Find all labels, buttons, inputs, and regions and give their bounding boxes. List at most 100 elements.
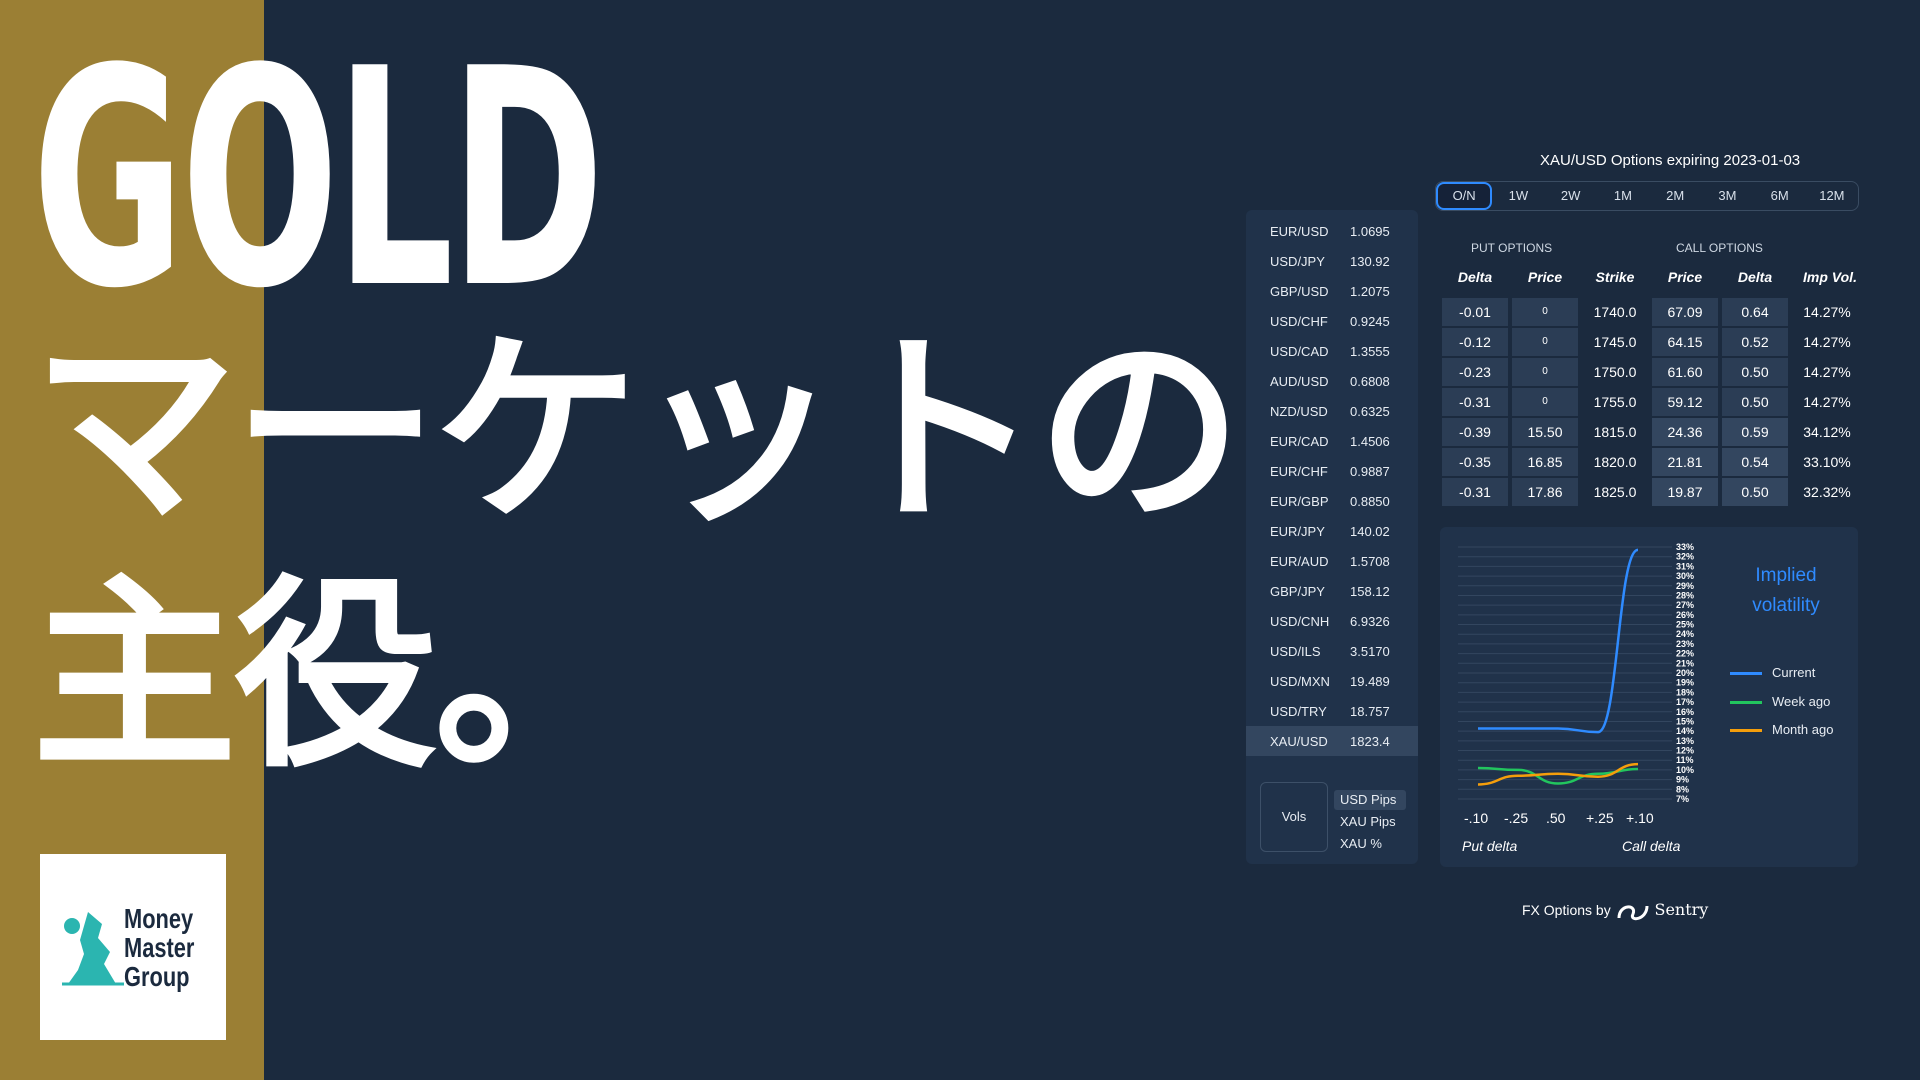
option-cell-put-delta[interactable]: -0.35 [1442, 448, 1508, 476]
pair-row[interactable]: GBP/JPY 158.12 [1246, 576, 1418, 606]
tab-2m[interactable]: 2M [1649, 182, 1701, 210]
option-cell-call-price[interactable]: 67.09 [1652, 298, 1718, 326]
option-cell-iv: 32.32% [1803, 484, 1851, 500]
implied-volatility-chart: 33% 32% 31% 30% 29% 28% 27% 26% 25% 24% 23% 22% 21% 2… [1440, 527, 1858, 867]
option-cell-call-delta[interactable]: 0.50 [1722, 478, 1788, 506]
pair-row[interactable]: USD/TRY 18.757 [1246, 696, 1418, 726]
tab-2w[interactable]: 2W [1545, 182, 1597, 210]
pair-row[interactable]: EUR/CHF 0.9887 [1246, 456, 1418, 486]
pair-value: 6.9326 [1350, 614, 1390, 629]
options-title: XAU/USD Options expiring 2023-01-03 [1540, 152, 1801, 169]
pair-value: 0.8850 [1350, 494, 1390, 509]
y-tick-label: 18% [1676, 687, 1694, 697]
option-cell-put-delta[interactable]: -0.23 [1442, 358, 1508, 386]
pair-row[interactable]: USD/CNH 6.9326 [1246, 606, 1418, 636]
vol-unit-option[interactable]: USD Pips [1334, 790, 1406, 810]
call-delta-axis-label: Call delta [1622, 838, 1681, 854]
option-cell-call-delta[interactable]: 0.52 [1722, 328, 1788, 356]
header-call-price: Price [1667, 269, 1703, 285]
y-tick-label: 27% [1676, 600, 1694, 610]
pair-value: 0.9887 [1350, 464, 1390, 479]
pair-row[interactable]: USD/MXN 19.489 [1246, 666, 1418, 696]
pair-name: NZD/USD [1270, 404, 1328, 419]
pair-name: USD/CHF [1270, 314, 1328, 329]
y-tick-label: 30% [1676, 571, 1694, 581]
option-cell-call-delta[interactable]: 0.50 [1722, 358, 1788, 386]
tab-12m[interactable]: 12M [1806, 182, 1858, 210]
pair-name: USD/CAD [1270, 344, 1329, 359]
x-tick: +.25 [1586, 810, 1614, 826]
option-cell-call-delta[interactable]: 0.50 [1722, 388, 1788, 416]
vols-button[interactable]: Vols [1260, 782, 1328, 852]
option-cell-put-price[interactable]: 17.86 [1512, 478, 1578, 506]
currency-pair-list: EUR/USD 1.0695 USD/JPY 130.92 GBP/USD 1.2075 U… [1246, 210, 1418, 864]
option-cell-put-delta[interactable]: -0.31 [1442, 388, 1508, 416]
pair-row[interactable]: USD/JPY 130.92 [1246, 246, 1418, 276]
option-cell-strike: 1820.0 [1593, 454, 1637, 470]
option-cell-call-delta[interactable]: 0.64 [1722, 298, 1788, 326]
option-cell-call-price[interactable]: 59.12 [1652, 388, 1718, 416]
y-tick-label: 19% [1676, 678, 1694, 688]
option-cell-call-delta[interactable]: 0.59 [1722, 418, 1788, 446]
pair-row[interactable]: NZD/USD 0.6325 [1246, 396, 1418, 426]
tab-1m[interactable]: 1M [1597, 182, 1649, 210]
option-cell-call-price[interactable]: 19.87 [1652, 478, 1718, 506]
logo-text: Money Master Group [124, 903, 195, 992]
option-cell-iv: 14.27% [1803, 304, 1851, 320]
footer-credit: FX Options by Sentry [1522, 900, 1708, 922]
pair-row[interactable]: EUR/USD 1.0695 [1246, 216, 1418, 246]
option-cell-call-price[interactable]: 24.36 [1652, 418, 1718, 446]
pair-name: GBP/JPY [1270, 584, 1325, 599]
pair-name: EUR/CAD [1270, 434, 1329, 449]
option-cell-put-price[interactable]: 15.50 [1512, 418, 1578, 446]
tab-3m[interactable]: 3M [1701, 182, 1753, 210]
option-cell-put-price[interactable]: 0 [1512, 328, 1578, 356]
option-cell-put-delta[interactable]: -0.39 [1442, 418, 1508, 446]
y-tick-label: 16% [1676, 707, 1694, 717]
pair-value: 1.3555 [1350, 344, 1390, 359]
pair-row[interactable]: AUD/USD 0.6808 [1246, 366, 1418, 396]
pair-row[interactable]: USD/CHF 0.9245 [1246, 306, 1418, 336]
y-tick-label: 31% [1676, 561, 1694, 571]
option-cell-put-delta[interactable]: -0.31 [1442, 478, 1508, 506]
tab-6m[interactable]: 6M [1754, 182, 1806, 210]
pair-row[interactable]: EUR/AUD 1.5708 [1246, 546, 1418, 576]
pair-name: EUR/JPY [1270, 524, 1325, 539]
pair-value: 1.2075 [1350, 284, 1390, 299]
option-cell-iv: 14.27% [1803, 364, 1851, 380]
option-cell-put-price[interactable]: 0 [1512, 298, 1578, 326]
y-tick-label: 25% [1676, 620, 1694, 630]
tab-1w[interactable]: 1W [1492, 182, 1544, 210]
pair-row[interactable]: EUR/GBP 0.8850 [1246, 486, 1418, 516]
pair-row[interactable]: GBP/USD 1.2075 [1246, 276, 1418, 306]
option-cell-put-price[interactable]: 16.85 [1512, 448, 1578, 476]
sentry-logo-icon [1617, 905, 1649, 921]
pair-value: 1823.4 [1350, 734, 1390, 749]
option-cell-put-price[interactable]: 0 [1512, 358, 1578, 386]
option-cell-put-delta[interactable]: -0.12 [1442, 328, 1508, 356]
option-cell-call-price[interactable]: 61.60 [1652, 358, 1718, 386]
pair-row[interactable]: XAU/USD 1823.4 [1246, 726, 1418, 756]
option-cell-call-price[interactable]: 64.15 [1652, 328, 1718, 356]
pair-row[interactable]: EUR/CAD 1.4506 [1246, 426, 1418, 456]
header-put-delta: Delta [1457, 269, 1493, 285]
pair-value: 0.6808 [1350, 374, 1390, 389]
option-cell-put-price[interactable]: 0 [1512, 388, 1578, 416]
option-cell-call-price[interactable]: 21.81 [1652, 448, 1718, 476]
option-cell-strike: 1750.0 [1593, 364, 1637, 380]
y-tick-label: 11% [1676, 755, 1694, 765]
x-tick: -.10 [1464, 810, 1489, 826]
pair-row[interactable]: USD/ILS 3.5170 [1246, 636, 1418, 666]
series-line-current [1478, 548, 1639, 734]
bull-figure-icon [62, 912, 124, 986]
option-cell-call-delta[interactable]: 0.54 [1722, 448, 1788, 476]
pair-row[interactable]: USD/CAD 1.3555 [1246, 336, 1418, 366]
pair-value: 19.489 [1350, 674, 1390, 689]
pair-row[interactable]: EUR/JPY 140.02 [1246, 516, 1418, 546]
vol-unit-option[interactable]: XAU Pips [1334, 812, 1406, 832]
y-tick-label: 32% [1676, 552, 1694, 562]
tab-on[interactable]: O/N [1436, 182, 1493, 210]
y-tick-label: 24% [1676, 629, 1694, 639]
option-cell-put-delta[interactable]: -0.01 [1442, 298, 1508, 326]
vol-unit-option[interactable]: XAU % [1334, 834, 1406, 854]
